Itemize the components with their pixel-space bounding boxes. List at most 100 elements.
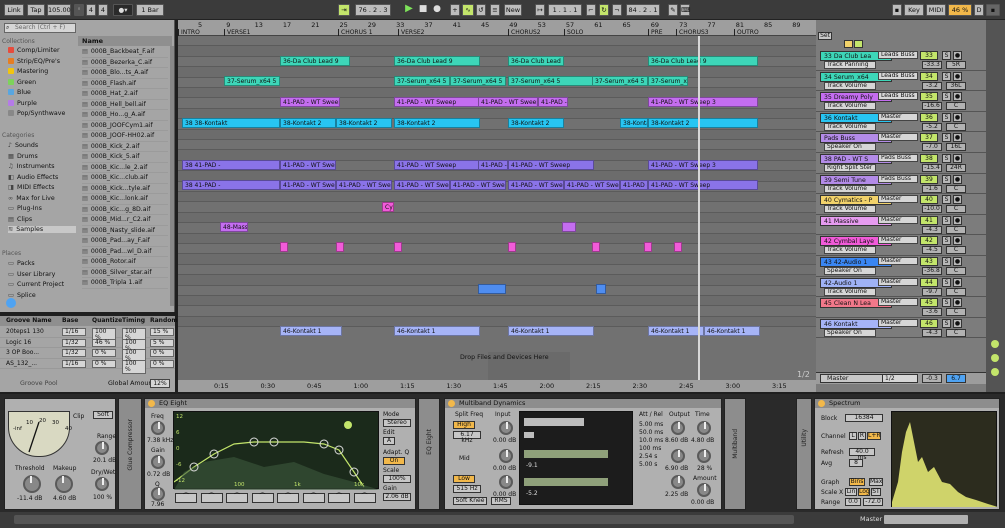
track-pan[interactable]: C [946,184,966,193]
groove-cell[interactable]: 0 % [92,349,116,357]
track-pan[interactable]: C [946,287,966,296]
track-pan[interactable]: C [946,122,966,131]
range-low-field[interactable]: 0.0 [845,498,861,506]
collection-item[interactable]: Mastering [8,68,48,75]
track-output-select[interactable]: Master [878,318,918,327]
arrangement-clip[interactable] [596,284,606,294]
track-header[interactable]: 42-Audio 1 Master 44 S ● Track Volume -9.7 C [816,277,996,298]
mode-select[interactable]: Stereo [383,419,411,427]
track-pan[interactable]: C [946,225,966,234]
position-field[interactable]: 76 . 2 . 3 [355,4,391,16]
mbd-power-icon[interactable] [448,400,455,407]
arrangement-clip[interactable]: 41-PAD - WT Sweep [564,180,620,190]
track-lane[interactable] [178,202,816,213]
groove-cell[interactable]: 0 % [150,349,174,357]
file-item[interactable]: ▤ 000B_Kick_2.aif [82,142,168,152]
groove-header-3[interactable]: Timing [122,317,145,324]
groove-row[interactable]: 3 OP Boo... 1/32 0 % 100 % 0 % [0,348,175,363]
set-button[interactable]: Set [818,32,832,40]
category-item[interactable]: ♫ Instruments [8,163,55,170]
locator-marker[interactable]: VERSE2 [398,29,424,36]
arm-icon[interactable]: ● [953,277,962,287]
track-pan[interactable]: C [946,205,966,214]
bins-button[interactable]: Bins [849,478,865,486]
new-button[interactable]: New [504,4,522,16]
arrangement-clip[interactable]: 41-PAD - WT Sweep [394,180,450,190]
track-volume[interactable]: -4.3 [922,328,942,337]
att-rel-value[interactable]: 5.00 ms [639,421,663,428]
arrangement-clip[interactable]: 41-PAD - WT Sweep [280,97,340,107]
file-item[interactable]: ▤ 000B_Tripla 1.aif [82,278,168,289]
category-item[interactable]: ▦ Drums [8,153,38,160]
tempo-field[interactable]: 105.00 [47,4,71,16]
arrangement-clip[interactable]: 36-Da Club Lead 9 [280,56,350,66]
master-pan[interactable]: 6.7 [946,374,966,383]
file-item[interactable]: ▤ 000B_Blo...ts_A.aif [82,68,168,79]
track-output-select[interactable]: Master [878,112,918,121]
file-item[interactable]: ▤ 000B_Backbeat_F.aif [82,47,168,58]
track-activator[interactable]: 41 [920,215,938,225]
time-sig-denominator[interactable]: 4 [98,4,108,16]
eq-q-knob[interactable] [151,487,165,501]
time2-knob[interactable] [697,449,711,463]
arrangement-view[interactable]: 36-Da Club Lead 9 36-Da Club Lead 9 36-Da … [178,20,816,392]
collection-item[interactable]: Comp/Limiter [8,47,60,54]
automation-param-select[interactable]: Track Volume [824,81,876,90]
groove-header-2[interactable]: Quantize [92,317,122,324]
soft-button[interactable]: Soft [93,411,113,419]
arm-all-icon[interactable] [854,40,863,48]
arrangement-clip[interactable]: 46-Kontakt 1 [648,326,704,336]
add-folder-icon[interactable] [6,298,16,308]
arrangement-clip[interactable]: 41-PAD - WT Sweep [648,180,758,190]
range-high-field[interactable]: -72.0 [863,498,883,506]
stop-icon[interactable]: ■ [418,4,428,16]
collection-item[interactable]: Green [8,78,36,86]
track-pan[interactable]: 36L [946,81,966,90]
zoom-in-icon[interactable] [991,340,999,348]
arrangement-clip[interactable]: 36-Da Club Lead 9 [508,56,564,66]
computer-midi-keyboard-icon[interactable]: ⌨ [680,4,690,16]
draw-mode-icon[interactable]: ✎ [668,4,678,16]
arrangement-clip[interactable] [478,284,506,294]
track-header[interactable]: 45 Clean N Lea Master 45 S ● -3.6 C [816,297,996,318]
block-select[interactable]: 16384 [845,414,883,422]
solo-button[interactable]: S [942,318,951,328]
arrangement-clip[interactable]: 38 41-PAD - [182,180,280,190]
soft-knee-button[interactable]: Soft Knee [453,497,487,505]
file-item[interactable]: ▤ 000B_Silver_star.aif [82,268,168,278]
track-volume[interactable]: -15.4 [922,164,942,172]
file-item[interactable]: ▤ 000B_Hat_2.aif [82,89,168,100]
arrangement-clip[interactable]: 38-Kontakt 2 [394,118,480,128]
track-lane[interactable] [178,140,816,151]
file-item[interactable]: ▤ 000B_JOOFCym1.aif [82,121,168,131]
groove-cell[interactable]: 100 % [122,359,146,374]
track-output-select[interactable]: Master [878,257,918,265]
avg-field[interactable]: 8 [849,459,863,467]
groove-cell[interactable]: 1/32 [62,349,86,357]
mbd-display[interactable]: -9.1 -5.2 [519,411,633,505]
groove-cell[interactable]: 5 % [150,338,174,347]
automation-param-select[interactable]: Track Panning [824,61,876,69]
file-item[interactable]: ▤ 000B_Kick...tyle.aif [82,184,168,194]
groove-header-4[interactable]: Random [150,317,178,324]
arrangement-clip[interactable]: 36-Da Club Lead 9 [648,56,758,66]
scale-log-button[interactable]: Log [858,488,870,496]
eq-display[interactable]: 12 6 0 -6 -12 100 1k 10k [173,411,380,490]
follow-icon[interactable]: ⇥ [338,4,350,16]
locator-marker[interactable]: OUTRO [734,29,759,36]
track-activator[interactable]: 35 [920,92,938,102]
track-volume[interactable]: -4.3 [922,225,942,234]
play-icon[interactable]: ▶ [404,4,414,16]
file-item[interactable]: ▤ 000B_Mid...r_C2.aif [82,215,168,226]
arm-icon[interactable]: ● [953,195,962,205]
refresh-field[interactable]: 40.0 ms [849,448,875,461]
metronome-icon[interactable]: ◦ [74,4,84,16]
arrangement-clip[interactable]: 38-Kontakt 2 [336,118,392,128]
punch-out-icon[interactable]: ¬ [612,4,622,16]
locator-marker[interactable]: VERSE1 [224,29,250,36]
locator-marker[interactable]: SOLO [564,29,583,36]
track-header[interactable]: 41 Massive Master 41 S ● -4.3 C [816,215,996,236]
automation-param-select[interactable]: Track Volume [824,246,876,255]
scale-lin-button[interactable]: Lin [845,488,857,496]
solo-button[interactable]: S [942,236,951,246]
